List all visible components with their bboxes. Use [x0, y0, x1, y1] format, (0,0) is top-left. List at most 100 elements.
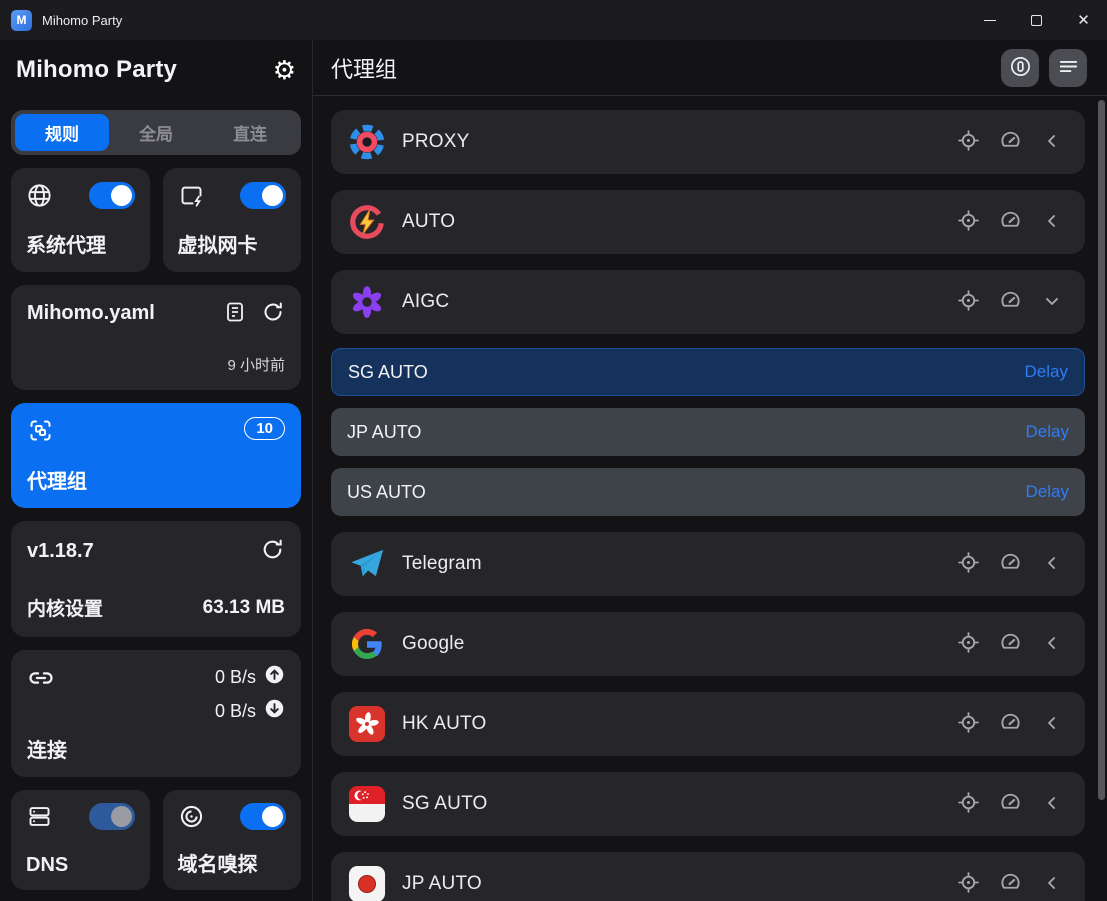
link-icon: [27, 664, 55, 692]
expand-group-button[interactable]: [1035, 867, 1069, 901]
proxy-group-row[interactable]: Telegram: [331, 532, 1085, 596]
delay-test-group-button[interactable]: [993, 547, 1027, 581]
tab-direct[interactable]: 直连: [203, 114, 297, 151]
gauge-icon: [999, 631, 1022, 657]
collapse-group-button[interactable]: [1035, 285, 1069, 319]
proxy-group-row[interactable]: AIGC: [331, 270, 1085, 334]
tun-toggle[interactable]: [240, 182, 286, 209]
locate-node-button[interactable]: [951, 125, 985, 159]
bolt-icon: [347, 202, 387, 242]
globe-icon: [26, 182, 53, 209]
window-title: Mihomo Party: [42, 13, 966, 28]
flag-hk-icon: [347, 704, 387, 744]
proxy-node-row[interactable]: SG AUTODelay: [331, 348, 1085, 396]
proxy-group-row[interactable]: AUTO: [331, 190, 1085, 254]
close-button[interactable]: ✕: [1060, 0, 1107, 40]
proxy-group-name: AIGC: [402, 291, 951, 313]
proxy-group-row[interactable]: JP AUTO: [331, 852, 1085, 901]
sidebar-app-title: Mihomo Party: [16, 56, 177, 84]
gauge-icon: [999, 129, 1022, 155]
chevron-left-icon: [1042, 713, 1062, 736]
restart-kernel-button[interactable]: [260, 537, 285, 565]
scrollbar[interactable]: [1098, 100, 1105, 800]
outbound-mode-tabs: 规则 全局 直连: [11, 110, 301, 155]
locate-node-button[interactable]: [951, 867, 985, 901]
dns-label: DNS: [26, 854, 135, 877]
tun-label: 虚拟网卡: [178, 229, 287, 258]
locate-node-button[interactable]: [951, 547, 985, 581]
dns-toggle[interactable]: [89, 803, 135, 830]
document-icon: [223, 300, 247, 327]
locate-node-button[interactable]: [951, 787, 985, 821]
delay-test-group-button[interactable]: [993, 125, 1027, 159]
sniff-card[interactable]: 域名嗅探: [163, 790, 302, 890]
circled-node-icon: [1009, 55, 1032, 81]
locate-node-button[interactable]: [951, 205, 985, 239]
delay-test-node-button[interactable]: Delay: [1025, 362, 1068, 382]
proxy-groups-label: 代理组: [27, 465, 285, 494]
proxy-group-row[interactable]: Google: [331, 612, 1085, 676]
settings-button[interactable]: ⚙: [273, 57, 296, 83]
expand-group-button[interactable]: [1035, 627, 1069, 661]
chevron-left-icon: [1042, 793, 1062, 816]
profile-card[interactable]: Mihomo.yaml 9 小时前: [11, 285, 301, 390]
tun-device-icon: [178, 182, 205, 209]
connections-card[interactable]: 0 B/s 0 B/s 连接: [11, 650, 301, 777]
gauge-icon: [999, 209, 1022, 235]
delay-test-group-button[interactable]: [993, 627, 1027, 661]
dns-card[interactable]: DNS: [11, 790, 150, 890]
proxy-node-row[interactable]: US AUTODelay: [331, 468, 1085, 516]
delay-test-group-button[interactable]: [993, 867, 1027, 901]
delay-test-group-button[interactable]: [993, 787, 1027, 821]
delay-test-group-button[interactable]: [993, 285, 1027, 319]
delay-test-node-button[interactable]: Delay: [1026, 482, 1069, 502]
sniff-toggle[interactable]: [240, 803, 286, 830]
delay-test-group-button[interactable]: [993, 707, 1027, 741]
flag-jp-icon: [347, 864, 387, 901]
chevron-left-icon: [1042, 873, 1062, 896]
locate-icon: [957, 871, 980, 897]
titlebar: M Mihomo Party ✕: [0, 0, 1107, 40]
download-speed: 0 B/s: [215, 701, 256, 722]
text-lines-icon: [1057, 55, 1080, 81]
system-proxy-card[interactable]: 系统代理: [11, 168, 150, 272]
proxy-group-name: PROXY: [402, 131, 951, 153]
tab-rule[interactable]: 规则: [15, 114, 109, 151]
proxy-node-list: SG AUTODelay JP AUTODelay US AUTODelay: [331, 348, 1085, 516]
kernel-card[interactable]: v1.18.7 内核设置 63.13 MB: [11, 521, 301, 637]
locate-node-button[interactable]: [951, 627, 985, 661]
profile-name: Mihomo.yaml: [27, 302, 223, 325]
proxy-group-row[interactable]: SG AUTO: [331, 772, 1085, 836]
locate-icon: [957, 129, 980, 155]
proxy-group-row[interactable]: HK AUTO: [331, 692, 1085, 756]
maximize-button[interactable]: [1013, 0, 1060, 40]
telegram-icon: [347, 544, 387, 584]
sidebar-item-proxy-groups[interactable]: 10 代理组: [11, 403, 301, 508]
expand-group-button[interactable]: [1035, 707, 1069, 741]
delay-test-all-button[interactable]: [1001, 49, 1039, 87]
tun-card[interactable]: 虚拟网卡: [163, 168, 302, 272]
gauge-icon: [999, 711, 1022, 737]
update-profile-button[interactable]: [261, 300, 285, 327]
expand-group-button[interactable]: [1035, 125, 1069, 159]
proxy-node-row[interactable]: JP AUTODelay: [331, 408, 1085, 456]
main-panel: 代理组 PROXYAUTOAIGCSG AUTODelayJP AUTODela…: [313, 40, 1107, 901]
locate-node-button[interactable]: [951, 707, 985, 741]
expand-group-button[interactable]: [1035, 547, 1069, 581]
google-icon: [347, 624, 387, 664]
upload-speed: 0 B/s: [215, 667, 256, 688]
locate-icon: [957, 551, 980, 577]
tab-global[interactable]: 全局: [109, 114, 203, 151]
system-proxy-toggle[interactable]: [89, 182, 135, 209]
expand-group-button[interactable]: [1035, 205, 1069, 239]
proxy-group-row[interactable]: PROXY: [331, 110, 1085, 174]
delay-test-group-button[interactable]: [993, 205, 1027, 239]
expand-group-button[interactable]: [1035, 787, 1069, 821]
delay-test-node-button[interactable]: Delay: [1026, 422, 1069, 442]
edit-profile-button[interactable]: [223, 300, 247, 327]
locate-icon: [957, 631, 980, 657]
locate-node-button[interactable]: [951, 285, 985, 319]
minimize-button[interactable]: [966, 0, 1013, 40]
list-layout-toggle-button[interactable]: [1049, 49, 1087, 87]
sniff-radar-icon: [178, 803, 205, 830]
